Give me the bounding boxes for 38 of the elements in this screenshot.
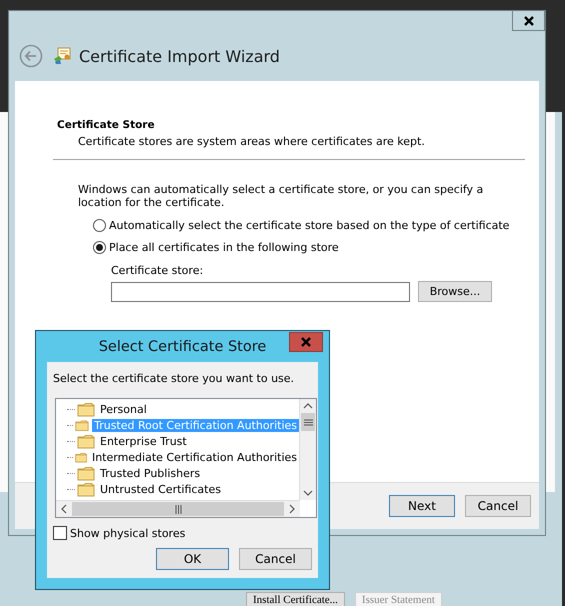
wizard-button[interactable]: Cancel — [465, 495, 531, 517]
field-label: Certificate store: — [111, 264, 204, 277]
folder-icon — [77, 482, 95, 496]
folder-icon — [75, 418, 90, 432]
radio-button[interactable] — [93, 219, 106, 232]
checkbox[interactable] — [53, 526, 67, 540]
radio-option[interactable]: Automatically select the certificate store based on the type of certificate — [93, 219, 539, 232]
dialog-button[interactable]: Cancel — [239, 548, 312, 570]
folder-icon — [77, 402, 95, 416]
scroll-thumb[interactable] — [72, 502, 284, 516]
close-icon — [300, 337, 312, 347]
tree-item[interactable]: Personal — [98, 402, 149, 416]
section-title: Certificate Store — [57, 119, 156, 131]
scroll-thumb[interactable] — [301, 413, 315, 431]
certificate-icon — [53, 47, 71, 65]
prompt-text: Select the certificate store you want to use. — [53, 372, 296, 385]
scrollbar[interactable] — [56, 500, 300, 517]
radio-button[interactable] — [93, 241, 106, 254]
tree-item[interactable]: Enterprise Trust — [98, 434, 189, 448]
tree-item[interactable]: Untrusted Certificates — [98, 482, 223, 496]
dialog-title: Select Certificate Store — [98, 338, 266, 354]
dialog-button[interactable]: OK — [156, 548, 229, 570]
tree-item[interactable]: Intermediate Certification Authorities — [90, 450, 299, 464]
wizard-button[interactable]: Next — [389, 495, 455, 517]
tree-item[interactable]: Trusted Publishers — [98, 466, 202, 480]
store-input-field[interactable] — [111, 282, 410, 302]
close-button[interactable] — [512, 10, 545, 31]
window-button[interactable]: Install Certificate... — [246, 592, 345, 606]
browse-button[interactable]: Browse... — [418, 281, 492, 302]
close-icon — [522, 16, 534, 26]
window-title: Certificate Import Wizard — [79, 46, 280, 66]
grip-icon — [174, 504, 182, 514]
scrollbar[interactable] — [299, 399, 316, 500]
section-description: Certificate stores are system areas where certificates are kept. — [77, 135, 426, 148]
checkbox-label[interactable]: Show physical stores — [70, 526, 186, 540]
grip-icon — [304, 418, 312, 426]
intro-text: Windows can automatically select a certificate store, or you can specify a location for the certificate. — [78, 183, 484, 209]
radio-option[interactable]: Place all certificates in the following store — [93, 241, 539, 254]
